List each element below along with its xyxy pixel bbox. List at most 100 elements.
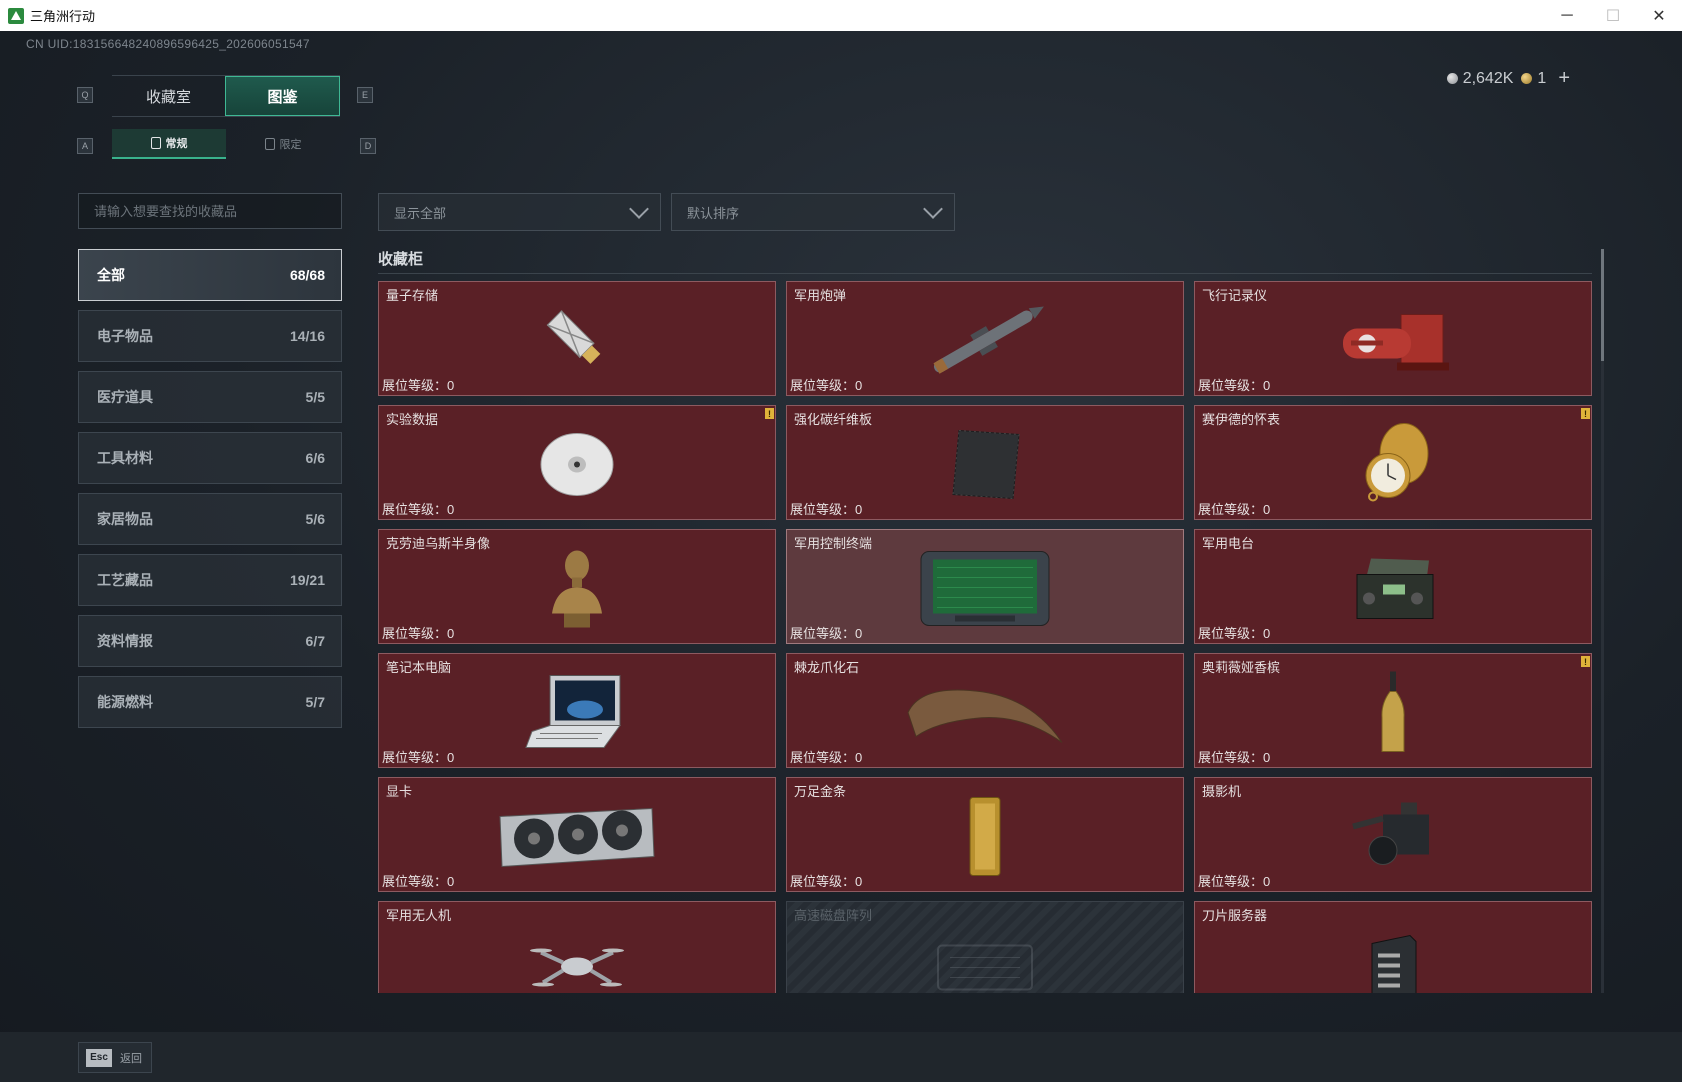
- item-card[interactable]: 飞行记录仪 展位等级：0: [1194, 281, 1592, 396]
- item-card[interactable]: 摄影机 展位等级：0: [1194, 777, 1592, 892]
- item-card[interactable]: 军用无人机: [378, 901, 776, 993]
- scrollbar-thumb[interactable]: [1601, 249, 1604, 361]
- window-titlebar: 三角洲行动 ─ ☐ ✕: [0, 0, 1682, 31]
- camera-icon: [1343, 797, 1443, 882]
- item-name: 军用无人机: [386, 908, 452, 923]
- silver-coin-icon: [1446, 72, 1458, 84]
- item-card[interactable]: 奥莉薇娅香槟 ! 展位等级：0: [1194, 653, 1592, 768]
- bust-icon: [542, 544, 612, 639]
- item-level: 展位等级：0: [790, 378, 863, 393]
- add-currency-button[interactable]: +: [1558, 67, 1570, 90]
- pocket-watch-icon: [1348, 420, 1438, 515]
- item-card-locked[interactable]: 高速磁盘阵列: [786, 901, 1184, 993]
- item-name: 奥莉薇娅香槟: [1202, 660, 1281, 675]
- category-all[interactable]: 全部 68/68: [78, 249, 342, 301]
- chevron-down-icon: [629, 198, 649, 219]
- category-medical[interactable]: 医疗道具 5/5: [78, 371, 342, 423]
- item-card[interactable]: 军用控制终端 展位等级：0: [786, 529, 1184, 644]
- item-name: 强化碳纤维板: [794, 412, 873, 427]
- item-name: 军用控制终端: [794, 536, 873, 551]
- category-count: 68/68: [289, 267, 325, 283]
- warning-icon: !: [765, 408, 774, 419]
- tab-codex[interactable]: 图鉴: [225, 76, 340, 116]
- item-level: 展位等级：0: [382, 378, 455, 393]
- category-count: 6/7: [305, 633, 325, 649]
- missile-icon: [915, 301, 1055, 386]
- item-name: 军用炮弹: [794, 288, 847, 303]
- back-button[interactable]: Esc 返回: [78, 1042, 152, 1073]
- sort-dropdown[interactable]: 默认排序: [671, 193, 955, 231]
- filter-dropdown[interactable]: 显示全部: [378, 193, 661, 231]
- category-count: 5/6: [305, 511, 325, 527]
- item-card[interactable]: 刀片服务器: [1194, 901, 1592, 993]
- drone-icon: [527, 930, 627, 993]
- claw-fossil-icon: [900, 673, 1070, 758]
- tab-collection-room[interactable]: 收藏室: [112, 76, 225, 116]
- item-level: 展位等级：0: [382, 626, 455, 641]
- category-intel[interactable]: 资料情报 6/7: [78, 615, 342, 667]
- category-count: 5/5: [305, 389, 325, 405]
- key-hint-q: Q: [77, 87, 93, 103]
- item-name: 笔记本电脑: [386, 660, 452, 675]
- usb-drive-icon: [537, 301, 617, 386]
- regular-icon: [150, 137, 161, 149]
- category-count: 6/6: [305, 450, 325, 466]
- item-level: 展位等级：0: [790, 502, 863, 517]
- item-level: 展位等级：0: [790, 874, 863, 889]
- back-label: 返回: [120, 1052, 142, 1065]
- item-level: 展位等级：0: [1198, 874, 1271, 889]
- section-divider: [378, 273, 1592, 274]
- key-hint-d: D: [360, 138, 376, 154]
- item-card[interactable]: 军用炮弹 展位等级：0: [786, 281, 1184, 396]
- item-name: 量子存储: [386, 288, 439, 303]
- item-level: 展位等级：0: [382, 750, 455, 765]
- grid-scrollbar[interactable]: [1601, 249, 1604, 993]
- item-card[interactable]: 万足金条 展位等级：0: [786, 777, 1184, 892]
- limited-icon: [264, 138, 275, 150]
- filter-value: 显示全部: [394, 205, 447, 221]
- category-crafts[interactable]: 工艺藏品 19/21: [78, 554, 342, 606]
- graphics-card-icon: [492, 797, 662, 882]
- item-card[interactable]: 量子存储 展位等级：0: [378, 281, 776, 396]
- currency-bar: 2,642K 1 +: [1446, 67, 1570, 90]
- item-card[interactable]: 显卡 展位等级：0: [378, 777, 776, 892]
- item-card[interactable]: 棘龙爪化石 展位等级：0: [786, 653, 1184, 768]
- minimize-button[interactable]: ─: [1544, 0, 1590, 31]
- item-card[interactable]: 笔记本电脑 展位等级：0: [378, 653, 776, 768]
- search-input[interactable]: [92, 202, 326, 220]
- item-name: 克劳迪乌斯半身像: [386, 536, 491, 551]
- item-name: 摄影机: [1202, 784, 1242, 799]
- close-button[interactable]: ✕: [1636, 0, 1682, 31]
- window-title: 三角洲行动: [30, 9, 96, 24]
- item-level: 展位等级：0: [1198, 502, 1271, 517]
- item-card[interactable]: 实验数据 ! 展位等级：0: [378, 405, 776, 520]
- chevron-down-icon: [923, 198, 943, 219]
- tab-regular[interactable]: 常规: [112, 129, 226, 159]
- category-tools[interactable]: 工具材料 6/6: [78, 432, 342, 484]
- radio-icon: [1343, 549, 1443, 634]
- category-electronics[interactable]: 电子物品 14/16: [78, 310, 342, 362]
- item-name: 实验数据: [386, 412, 439, 427]
- item-name: 万足金条: [794, 784, 847, 799]
- maximize-button[interactable]: ☐: [1590, 0, 1636, 31]
- item-card[interactable]: 军用电台 展位等级：0: [1194, 529, 1592, 644]
- tab-limited[interactable]: 限定: [226, 129, 340, 159]
- blade-server-icon: [1358, 932, 1428, 993]
- category-energy[interactable]: 能源燃料 5/7: [78, 676, 342, 728]
- window-controls: ─ ☐ ✕: [1544, 0, 1682, 31]
- gold-currency: 1: [1521, 70, 1546, 88]
- esc-key-icon: Esc: [86, 1048, 112, 1067]
- disk-array-icon: [930, 937, 1040, 993]
- silver-currency: 2,642K: [1446, 70, 1513, 88]
- gold-bar-icon: [960, 794, 1010, 885]
- item-name: 高速磁盘阵列: [794, 908, 873, 923]
- sub-tabs: 常规 限定: [112, 129, 340, 159]
- item-card[interactable]: 强化碳纤维板 展位等级：0: [786, 405, 1184, 520]
- item-card[interactable]: 克劳迪乌斯半身像 展位等级：0: [378, 529, 776, 644]
- item-card[interactable]: 赛伊德的怀表 ! 展位等级：0: [1194, 405, 1592, 520]
- control-terminal-icon: [915, 544, 1055, 639]
- collection-grid-viewport: 量子存储 展位等级：0 军用炮弹 展位等级：0 飞行记录仪 展位等级：0 实验数…: [378, 281, 1592, 993]
- category-household[interactable]: 家居物品 5/6: [78, 493, 342, 545]
- main-tabs: 收藏室 图鉴: [112, 75, 340, 117]
- carbon-plate-icon: [945, 425, 1025, 510]
